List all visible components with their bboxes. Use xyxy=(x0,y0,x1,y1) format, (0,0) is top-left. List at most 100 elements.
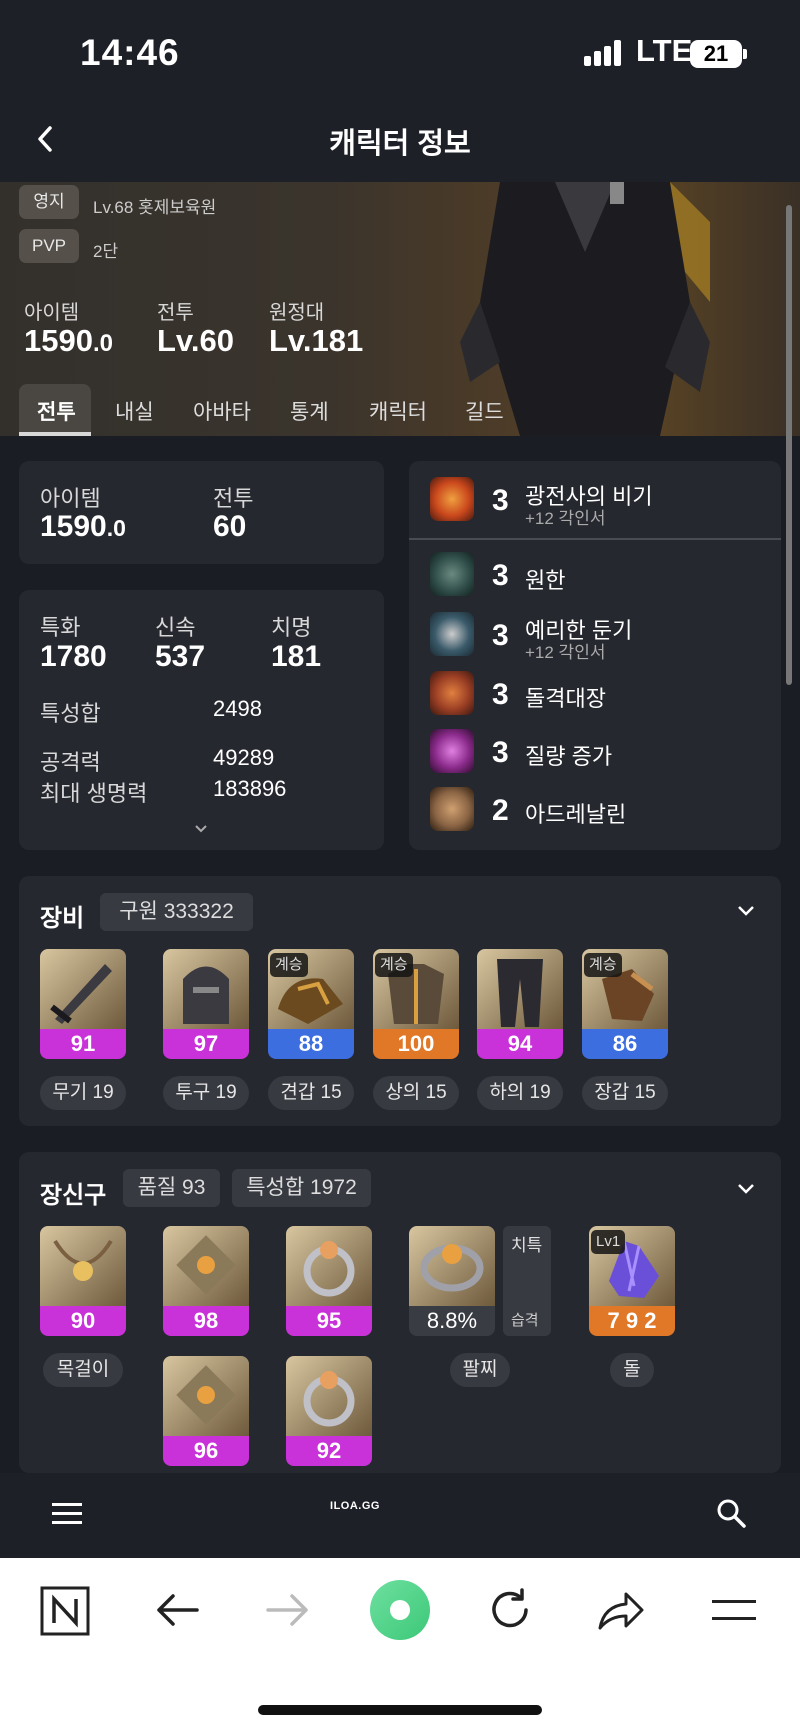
profile-combat-value: Lv.60 xyxy=(157,323,234,358)
acc-slot-bracelet[interactable]: 8.8% xyxy=(409,1226,495,1336)
adrenaline-icon xyxy=(430,787,474,831)
quality-chip: 품질 93 xyxy=(123,1169,220,1207)
inherit-badge: 계승 xyxy=(375,953,413,977)
pvp-tag: PVP xyxy=(19,229,79,263)
acc-label-necklace: 목걸이 xyxy=(43,1353,123,1387)
engraving-sub: +12 각인서 xyxy=(525,509,606,528)
expand-chevron-icon[interactable] xyxy=(193,823,209,835)
home-green-dot-icon[interactable] xyxy=(369,1579,431,1641)
equip-slot-helmet[interactable]: 97 xyxy=(163,949,249,1059)
acc-slot-earring-1[interactable]: 98 xyxy=(163,1226,249,1336)
battery-tip xyxy=(743,49,747,59)
tab-avatar[interactable]: 아바타 xyxy=(193,396,251,426)
bracelet-stat2: 습격 xyxy=(511,1312,539,1329)
stat-attack-value: 49289 xyxy=(213,745,275,770)
profile-item-value: 1590.0 xyxy=(24,323,113,358)
equip-slot-weapon[interactable]: 91 xyxy=(40,949,126,1059)
network-label: LTE xyxy=(636,33,693,68)
browser-menu-icon[interactable] xyxy=(710,1597,758,1623)
profile-combat-label: 전투 xyxy=(157,302,194,324)
earring-icon xyxy=(176,1235,236,1295)
battery-icon: 21 xyxy=(690,40,742,68)
equipment-chevron-icon[interactable] xyxy=(736,904,756,918)
stat-hp-value: 183896 xyxy=(213,776,287,801)
signal-icon xyxy=(584,40,621,66)
tab-combat[interactable]: 전투 xyxy=(37,396,76,426)
summary-combat-label: 전투 xyxy=(213,486,254,511)
stat-total-label: 특성합 xyxy=(40,701,101,726)
engraving-level: 2 xyxy=(492,794,509,827)
tab-stats[interactable]: 통계 xyxy=(290,396,329,426)
acc-label-bracelet: 팔찌 xyxy=(450,1353,510,1387)
search-icon[interactable] xyxy=(716,1498,746,1528)
equip-label-chest: 상의 15 xyxy=(373,1076,459,1110)
inherit-badge: 계승 xyxy=(584,953,622,977)
earring-icon xyxy=(176,1365,236,1425)
summary-combat-value: 60 xyxy=(213,510,247,543)
stone-level-badge: Lv1 xyxy=(591,1230,626,1254)
site-logo[interactable]: ILOA.GG xyxy=(300,1500,410,1512)
home-indicator xyxy=(258,1705,542,1715)
stat-specialization-value: 1780 xyxy=(40,640,107,673)
equip-label-helmet: 투구 19 xyxy=(163,1076,249,1110)
engraving-level: 3 xyxy=(492,619,509,652)
engraving-level: 3 xyxy=(492,559,509,592)
mass-increase-icon xyxy=(430,729,474,773)
equip-slot-pants[interactable]: 94 xyxy=(477,949,563,1059)
berserker-icon xyxy=(430,477,474,521)
stat-total-value: 2498 xyxy=(213,696,262,721)
equip-label-shoulder: 견갑 15 xyxy=(268,1076,354,1110)
tab-guild[interactable]: 길드 xyxy=(465,396,504,426)
ring-icon xyxy=(303,1371,355,1427)
tab-underline xyxy=(19,432,91,436)
territory-tag: 영지 xyxy=(19,185,79,219)
engraving-sub: +12 각인서 xyxy=(525,643,606,662)
browser-back-icon[interactable] xyxy=(155,1592,199,1628)
profile-item-label: 아이템 xyxy=(24,302,80,324)
naver-n-icon[interactable] xyxy=(40,1586,90,1636)
grudge-icon xyxy=(430,552,474,596)
acc-slot-necklace[interactable]: 90 xyxy=(40,1226,126,1336)
tab-character[interactable]: 캐릭터 xyxy=(369,396,427,426)
helmet-icon xyxy=(183,966,229,1024)
engraving-name: 질량 증가 xyxy=(525,744,613,769)
engraving-name: 돌격대장 xyxy=(525,686,606,711)
acc-slot-ring-1[interactable]: 95 xyxy=(286,1226,372,1336)
menu-icon[interactable] xyxy=(52,1502,84,1526)
ring-icon xyxy=(303,1241,355,1297)
stat-hp-label: 최대 생명력 xyxy=(40,781,148,806)
equip-label-gloves: 장갑 15 xyxy=(582,1076,668,1110)
accessories-title: 장신구 xyxy=(40,1182,107,1209)
scrollbar[interactable] xyxy=(786,205,792,685)
blunt-icon xyxy=(430,612,474,656)
refresh-icon[interactable] xyxy=(486,1586,534,1634)
accessories-chevron-icon[interactable] xyxy=(736,1182,756,1196)
engraving-level: 3 xyxy=(492,484,509,517)
equipment-set-chip: 구원 333322 xyxy=(100,893,253,931)
stat-crit-value: 181 xyxy=(271,640,322,673)
acc-slot-ring-2[interactable]: 92 xyxy=(286,1356,372,1466)
bracelet-icon xyxy=(420,1244,484,1292)
share-icon[interactable] xyxy=(596,1588,646,1632)
necklace-icon xyxy=(53,1239,113,1281)
acc-label-stone: 돌 xyxy=(610,1353,654,1387)
stat-specialization-label: 특화 xyxy=(40,615,81,640)
equipment-title: 장비 xyxy=(40,905,85,932)
page-title: 캐릭터 정보 xyxy=(329,128,471,160)
equip-label-weapon: 무기 19 xyxy=(40,1076,126,1110)
stat-total-chip: 특성합 1972 xyxy=(232,1169,371,1207)
summary-item-label: 아이템 xyxy=(40,486,101,511)
tab-interior[interactable]: 내실 xyxy=(115,396,154,426)
stat-swiftness-value: 537 xyxy=(155,640,206,673)
stat-attack-label: 공격력 xyxy=(40,750,101,775)
profile-expedition-label: 원정대 xyxy=(269,302,325,324)
bracelet-stat1: 치특 xyxy=(511,1236,543,1255)
equip-label-pants: 하의 19 xyxy=(477,1076,563,1110)
profile-expedition-value: Lv.181 xyxy=(269,323,364,358)
acc-slot-earring-2[interactable]: 96 xyxy=(163,1356,249,1466)
browser-forward-icon[interactable] xyxy=(266,1592,310,1628)
engraving-name: 원한 xyxy=(525,568,566,593)
inherit-badge: 계승 xyxy=(270,953,308,977)
territory-value: Lv.68 홋제보육원 xyxy=(93,198,217,217)
engravings-divider xyxy=(409,538,781,540)
